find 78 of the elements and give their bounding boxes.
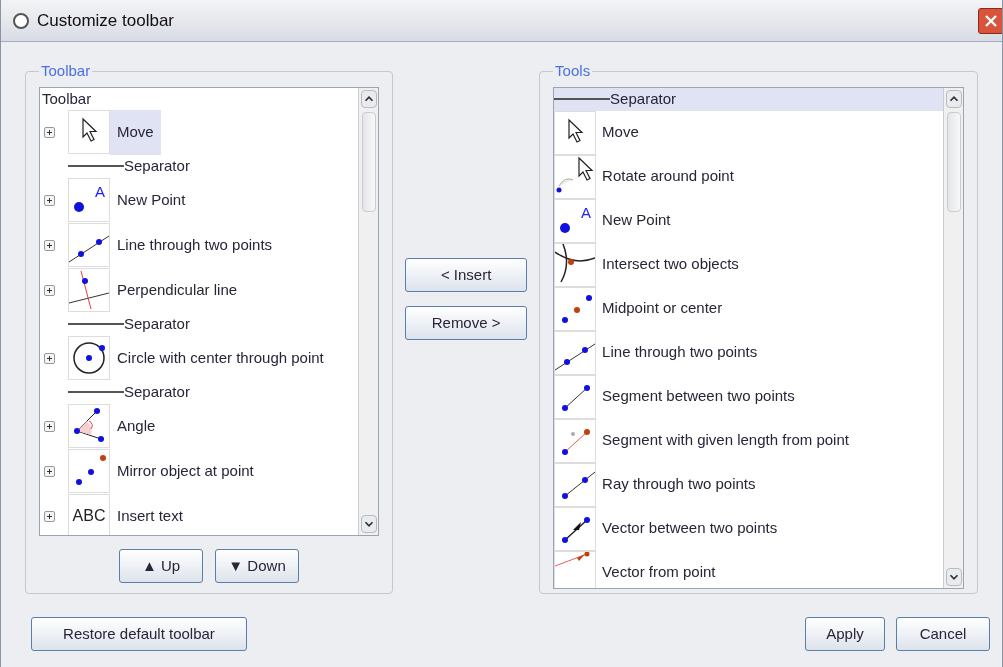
insert-button[interactable]: < Insert — [405, 258, 528, 292]
remove-button[interactable]: Remove > — [405, 306, 528, 340]
tool-label: Vector between two points — [602, 518, 778, 539]
tool-label: Line through two points — [602, 342, 758, 363]
restore-button[interactable]: Restore default toolbar — [31, 617, 247, 651]
tool-list-item[interactable]: Intersect two objects — [554, 242, 943, 287]
scroll-thumb[interactable] — [946, 111, 961, 212]
expand-icon[interactable] — [44, 352, 55, 364]
tool-list-item[interactable]: Ray through two points — [554, 462, 943, 507]
scroll-up-icon[interactable] — [360, 89, 377, 108]
scrollbar[interactable] — [358, 87, 379, 535]
expand-icon[interactable] — [44, 194, 55, 206]
tree-separator-item[interactable]: Separator — [40, 312, 359, 336]
close-icon[interactable] — [985, 14, 997, 27]
tool-label: Move — [602, 122, 639, 143]
ring-icon — [11, 10, 31, 31]
tool-label: Midpoint or center — [602, 298, 723, 319]
tool-label: Segment with given length from point — [602, 430, 849, 451]
tool-list-item[interactable]: Midpoint or center — [554, 286, 943, 331]
tree-separator-item[interactable]: Separator — [40, 380, 359, 404]
close-button[interactable] — [978, 7, 1002, 34]
tool-list-item[interactable]: Segment with given length from point — [554, 418, 943, 463]
tool-label: Rotate around point — [602, 166, 734, 187]
tool-list-item[interactable]: Move — [554, 110, 943, 155]
group-legend: Tools — [553, 60, 593, 83]
tool-list-item[interactable]: Vector between two points — [554, 506, 943, 551]
tree-item[interactable]: Circle with center through point — [110, 335, 331, 381]
cursor-icon — [68, 110, 110, 154]
separator-list-item[interactable]: Separator — [554, 87, 943, 111]
tree-item[interactable]: Line through two points — [110, 222, 280, 268]
tool-label: Ray through two points — [602, 474, 756, 495]
separator-line-icon — [68, 391, 124, 393]
expand-icon[interactable] — [44, 510, 55, 522]
tool-list-item[interactable]: A New Point — [554, 198, 943, 243]
expand-icon[interactable] — [44, 420, 55, 432]
apply-button[interactable]: Apply — [805, 617, 885, 651]
tool-list-item[interactable]: Rotate around point — [554, 154, 943, 199]
tree-item[interactable]: Mirror object at point — [110, 448, 261, 494]
down-button[interactable]: ▼ Down — [215, 549, 300, 583]
separator-line-icon — [68, 323, 124, 325]
scroll-down-icon[interactable] — [945, 568, 962, 586]
separator-line-icon — [68, 165, 124, 167]
abc-text-icon: ABC — [68, 494, 110, 535]
tool-label: New Point — [602, 210, 671, 231]
point-icon: A — [68, 178, 110, 222]
separator-label: Separator — [610, 88, 676, 109]
tool-label: Segment between two points — [602, 386, 795, 407]
scroll-up-icon[interactable] — [945, 89, 962, 108]
tool-list-item[interactable]: Vector from point — [554, 550, 943, 588]
tree-root-label[interactable]: Toolbar — [40, 87, 359, 110]
separator-label: Separator — [124, 381, 190, 402]
tool-label: Intersect two objects — [602, 254, 739, 275]
separator-label: Separator — [124, 313, 190, 334]
scrollbar[interactable] — [943, 87, 963, 588]
separator-label: Separator — [124, 155, 190, 176]
tool-label: Vector from point — [602, 562, 716, 583]
tree-item[interactable]: Perpendicular line — [110, 267, 245, 313]
tree-separator-item[interactable]: Separator — [40, 154, 359, 178]
point-icon: A — [554, 198, 597, 243]
tool-list-item[interactable]: Line through two points — [554, 330, 943, 375]
group-legend: Toolbar — [39, 60, 93, 83]
window-title: Customize toolbar — [37, 9, 174, 32]
angle-icon — [68, 404, 110, 448]
scroll-thumb[interactable] — [361, 111, 376, 212]
up-button[interactable]: ▲ Up — [119, 549, 204, 583]
cancel-button[interactable]: Cancel — [896, 617, 990, 651]
tree-item[interactable]: Insert text — [110, 493, 190, 535]
tree-item[interactable]: New Point — [110, 177, 193, 223]
expand-icon[interactable] — [44, 126, 55, 138]
separator-line-icon — [554, 98, 611, 100]
expand-icon[interactable] — [44, 239, 55, 251]
expand-icon[interactable] — [44, 284, 55, 296]
tool-list-item[interactable]: Segment between two points — [554, 374, 943, 419]
tree-item[interactable]: Angle — [110, 403, 163, 449]
tree-item[interactable]: Move — [110, 109, 161, 155]
points-icon — [68, 449, 110, 493]
scroll-down-icon[interactable] — [360, 515, 377, 533]
expand-icon[interactable] — [44, 465, 55, 477]
